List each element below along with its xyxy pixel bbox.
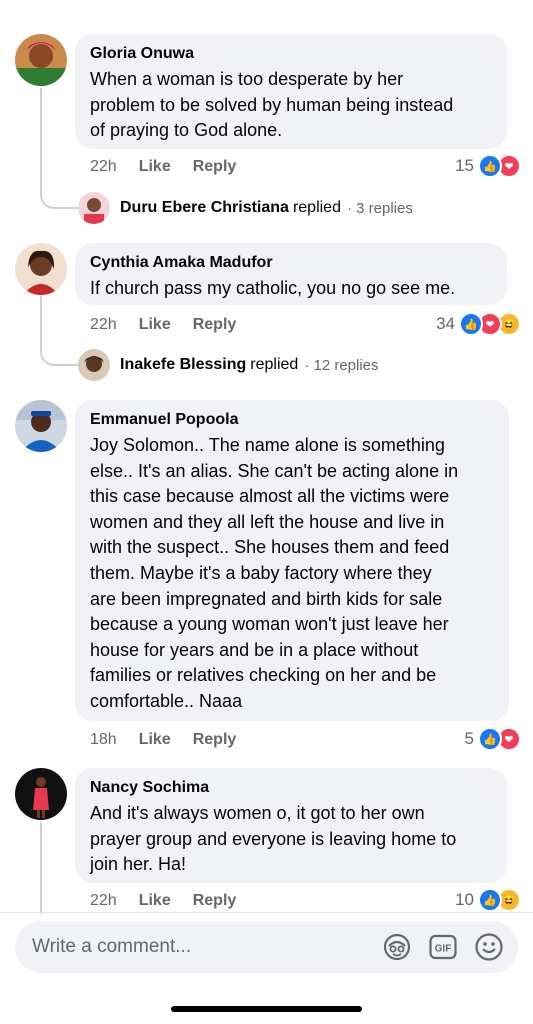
comment-text: If church pass my catholic, you no go se…	[90, 278, 456, 298]
avatar-image	[15, 243, 67, 295]
like-button[interactable]: Like	[139, 316, 171, 334]
reply-button[interactable]: Reply	[193, 892, 237, 910]
reply-count: · 12 replies	[304, 356, 379, 374]
home-indicator[interactable]	[171, 1006, 362, 1012]
reaction-count: 15	[455, 156, 474, 175]
emoji-icon[interactable]	[474, 932, 504, 962]
avatar-image	[15, 768, 67, 820]
comment-bubble[interactable]: Nancy Sochima And it's always women o, i…	[75, 768, 507, 883]
reaction-summary[interactable]: 5 👍 ❤	[465, 727, 521, 751]
comment-text: And it's always women o, it got to her o…	[90, 803, 457, 875]
comment-time[interactable]: 22h	[90, 316, 117, 334]
reply-button[interactable]: Reply	[193, 316, 237, 334]
reaction-summary[interactable]: 15 👍 ❤	[455, 154, 521, 178]
thread-curve	[40, 183, 78, 209]
reaction-summary[interactable]: 34 👍 ❤ 😆	[436, 312, 521, 336]
comment-time[interactable]: 18h	[90, 731, 117, 749]
thread-line	[40, 88, 42, 184]
thread-line	[40, 296, 42, 342]
comment-time[interactable]: 22h	[90, 892, 117, 910]
comment-actions: 22h Like Reply	[90, 158, 236, 176]
avatar-image	[15, 34, 67, 86]
reply-button[interactable]: Reply	[193, 158, 237, 176]
reply-button[interactable]: Reply	[193, 731, 237, 749]
comment-actions: 22h Like Reply	[90, 316, 236, 334]
comment-actions: 18h Like Reply	[90, 731, 236, 749]
thread-line	[40, 822, 42, 914]
avatar[interactable]	[15, 768, 67, 820]
comment-time[interactable]: 22h	[90, 158, 117, 176]
like-button[interactable]: Like	[139, 731, 171, 749]
view-replies[interactable]: Duru Ebere Christiana replied · 3 replie…	[78, 192, 413, 224]
comment-input[interactable]: Write a comment...	[32, 936, 382, 958]
comment-author[interactable]: Gloria Onuwa	[90, 44, 492, 64]
comment-text: Joy Solomon.. The name alone is somethin…	[90, 435, 459, 711]
comment-author[interactable]: Cynthia Amaka Madufor	[90, 253, 492, 273]
like-button[interactable]: Like	[139, 892, 171, 910]
comment-actions: 22h Like Reply	[90, 892, 236, 910]
view-replies[interactable]: Inakefe Blessing replied · 12 replies	[78, 349, 379, 381]
reaction-count: 34	[436, 314, 455, 333]
avatar	[78, 349, 110, 381]
like-button[interactable]: Like	[139, 158, 171, 176]
comment-bubble[interactable]: Gloria Onuwa When a woman is too despera…	[75, 34, 507, 149]
avatar	[78, 192, 110, 224]
svg-text:GIF: GIF	[435, 944, 452, 955]
reaction-count: 5	[464, 729, 474, 748]
avatar[interactable]	[15, 243, 67, 295]
like-reaction-icon: 👍	[478, 727, 502, 751]
avatar-sticker-icon[interactable]	[382, 932, 412, 962]
reply-author: Inakefe Blessing	[120, 356, 247, 373]
comment-bubble[interactable]: Cynthia Amaka Madufor If church pass my …	[75, 243, 507, 305]
comment-bubble[interactable]: Emmanuel Popoola Joy Solomon.. The name …	[75, 400, 509, 721]
reply-verb: replied	[292, 199, 341, 216]
composer-divider	[0, 912, 533, 913]
gif-icon[interactable]: GIF	[428, 932, 458, 962]
reply-author: Duru Ebere Christiana	[120, 199, 289, 216]
reaction-summary[interactable]: 10 👍 😆	[455, 888, 521, 912]
reply-count: · 3 replies	[346, 199, 413, 217]
like-reaction-icon: 👍	[478, 888, 502, 912]
avatar[interactable]	[15, 400, 67, 452]
comment-author[interactable]: Emmanuel Popoola	[90, 410, 494, 430]
thread-curve	[40, 340, 78, 366]
reply-verb: replied	[250, 356, 299, 373]
comment-author[interactable]: Nancy Sochima	[90, 778, 492, 798]
like-reaction-icon: 👍	[459, 312, 483, 336]
comment-text: When a woman is too desperate by her pro…	[90, 69, 454, 141]
composer-actions: GIF	[382, 932, 504, 962]
comment-composer[interactable]: Write a comment... GIF	[15, 921, 518, 973]
avatar-image	[15, 400, 67, 452]
reaction-count: 10	[455, 890, 474, 909]
like-reaction-icon: 👍	[478, 154, 502, 178]
avatar[interactable]	[15, 34, 67, 86]
